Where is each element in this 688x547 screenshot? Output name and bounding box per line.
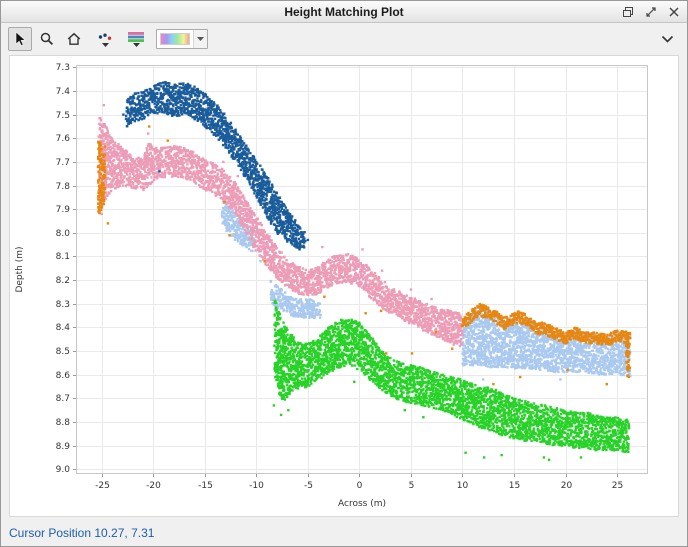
combo-arrow xyxy=(193,30,207,48)
cursor-arrow-icon xyxy=(12,31,28,47)
float-icon xyxy=(622,6,634,18)
color-layers-icon xyxy=(128,32,144,42)
select-tool-button[interactable] xyxy=(8,27,32,51)
zoom-tool-button[interactable] xyxy=(35,27,59,51)
status-bar: Cursor Position 10.27, 7.31 xyxy=(1,520,687,546)
home-icon xyxy=(66,31,82,47)
title-bar: Height Matching Plot xyxy=(1,1,687,23)
colormap-swatch xyxy=(160,33,190,45)
magnifier-icon xyxy=(39,31,55,47)
chevron-down-icon xyxy=(133,43,140,47)
home-view-button[interactable] xyxy=(62,27,86,51)
close-button[interactable] xyxy=(666,4,682,20)
plot-toolbar xyxy=(1,23,687,55)
float-button[interactable] xyxy=(620,4,636,20)
maximize-button[interactable] xyxy=(643,4,659,20)
color-display-dropdown[interactable] xyxy=(124,26,148,52)
close-icon xyxy=(668,6,680,18)
chevron-down-icon xyxy=(661,35,674,44)
cursor-position-text: Cursor Position 10.27, 7.31 xyxy=(9,526,154,540)
scatter-points-icon xyxy=(97,32,113,42)
maximize-icon xyxy=(645,6,657,18)
chevron-down-icon xyxy=(197,37,204,41)
colormap-combobox[interactable] xyxy=(156,29,208,49)
window-controls xyxy=(620,1,682,22)
plot-canvas[interactable] xyxy=(10,56,678,516)
height-matching-plot-window: Height Matching Plot xyxy=(0,0,688,547)
plot-figure xyxy=(9,55,679,517)
point-display-dropdown[interactable] xyxy=(93,26,117,52)
chevron-down-icon xyxy=(102,43,109,47)
collapse-toolbar-button[interactable] xyxy=(656,28,678,50)
window-title: Height Matching Plot xyxy=(1,5,687,19)
